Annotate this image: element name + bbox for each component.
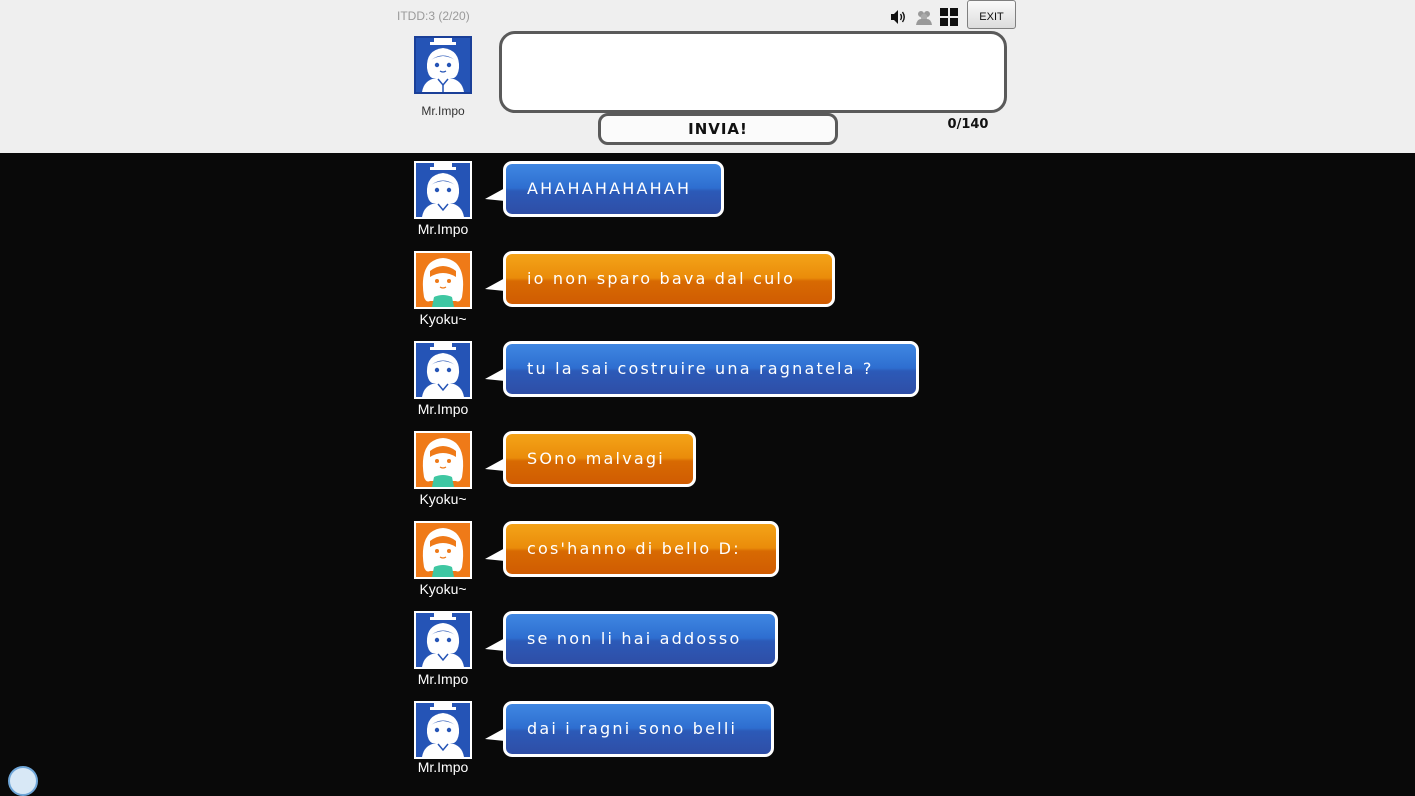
girl-avatar-icon <box>422 438 464 487</box>
girl-avatar-icon <box>422 528 464 577</box>
message-avatar[interactable] <box>414 611 472 669</box>
message-bubble: SOno malvagi <box>503 431 696 487</box>
message-avatar[interactable] <box>414 161 472 219</box>
boy-avatar-icon <box>422 163 464 217</box>
message-username: Kyoku~ <box>419 311 467 327</box>
message-bubble: AHAHAHAHAHAH <box>503 161 724 217</box>
self-avatar[interactable] <box>414 36 472 94</box>
sound-icon[interactable] <box>890 9 908 29</box>
message-bubble: io non sparo bava dal culo <box>503 251 835 307</box>
boy-avatar-icon <box>422 703 464 757</box>
layout-icon[interactable] <box>940 8 958 30</box>
message-username: Mr.Impo <box>417 671 469 687</box>
message-avatar[interactable] <box>414 341 472 399</box>
message-avatar[interactable] <box>414 521 472 579</box>
message-bubble: se non li hai addosso <box>503 611 778 667</box>
message-username: Kyoku~ <box>419 491 467 507</box>
chat-header: ITDD:3 (2/20) Mr.Impo INVIA! 0/140 EXIT <box>0 0 1415 153</box>
message-input[interactable] <box>499 31 1007 113</box>
char-counter: 0/140 <box>947 117 989 132</box>
message-avatar[interactable] <box>414 251 472 309</box>
boy-avatar-icon <box>422 38 464 92</box>
message-bubble: dai i ragni sono belli <box>503 701 774 757</box>
message-username: Mr.Impo <box>417 401 469 417</box>
boy-avatar-icon <box>422 343 464 397</box>
send-button[interactable]: INVIA! <box>598 113 838 145</box>
exit-button[interactable]: EXIT <box>967 0 1016 29</box>
message-avatar[interactable] <box>414 701 472 759</box>
room-info: ITDD:3 (2/20) <box>397 9 470 23</box>
corner-button[interactable] <box>8 766 38 796</box>
girl-avatar-icon <box>422 258 464 307</box>
members-icon[interactable] <box>915 8 933 30</box>
message-username: Mr.Impo <box>417 221 469 237</box>
message-username: Kyoku~ <box>419 581 467 597</box>
message-username: Mr.Impo <box>417 759 469 775</box>
message-bubble: cos'hanno di bello D: <box>503 521 779 577</box>
message-bubble: tu la sai costruire una ragnatela ? <box>503 341 919 397</box>
boy-avatar-icon <box>422 613 464 667</box>
self-name: Mr.Impo <box>421 104 465 118</box>
message-avatar[interactable] <box>414 431 472 489</box>
